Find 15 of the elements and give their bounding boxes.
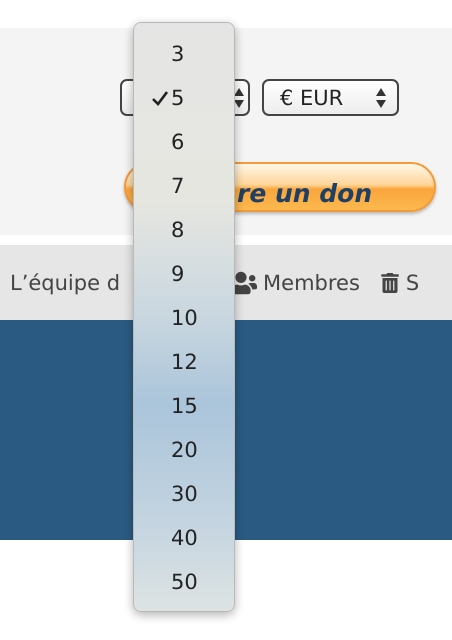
nav-link[interactable]: L’équipe d: [10, 270, 120, 294]
nav-link[interactable]: S: [380, 270, 420, 294]
menu-option[interactable]: 20: [134, 428, 234, 472]
menu-option[interactable]: 9: [134, 252, 234, 296]
menu-option[interactable]: 5: [134, 76, 234, 120]
menu-option[interactable]: 3: [134, 32, 234, 76]
menu-option[interactable]: 6: [134, 120, 234, 164]
menu-option[interactable]: 7: [134, 164, 234, 208]
menu-option[interactable]: 15: [134, 384, 234, 428]
menu-option[interactable]: 12: [134, 340, 234, 384]
currency-select[interactable]: € EUR: [262, 79, 399, 116]
menu-option[interactable]: 30: [134, 472, 234, 516]
menu-option[interactable]: 40: [134, 516, 234, 560]
menu-option[interactable]: 50: [134, 560, 234, 604]
menu-option[interactable]: 10: [134, 296, 234, 340]
